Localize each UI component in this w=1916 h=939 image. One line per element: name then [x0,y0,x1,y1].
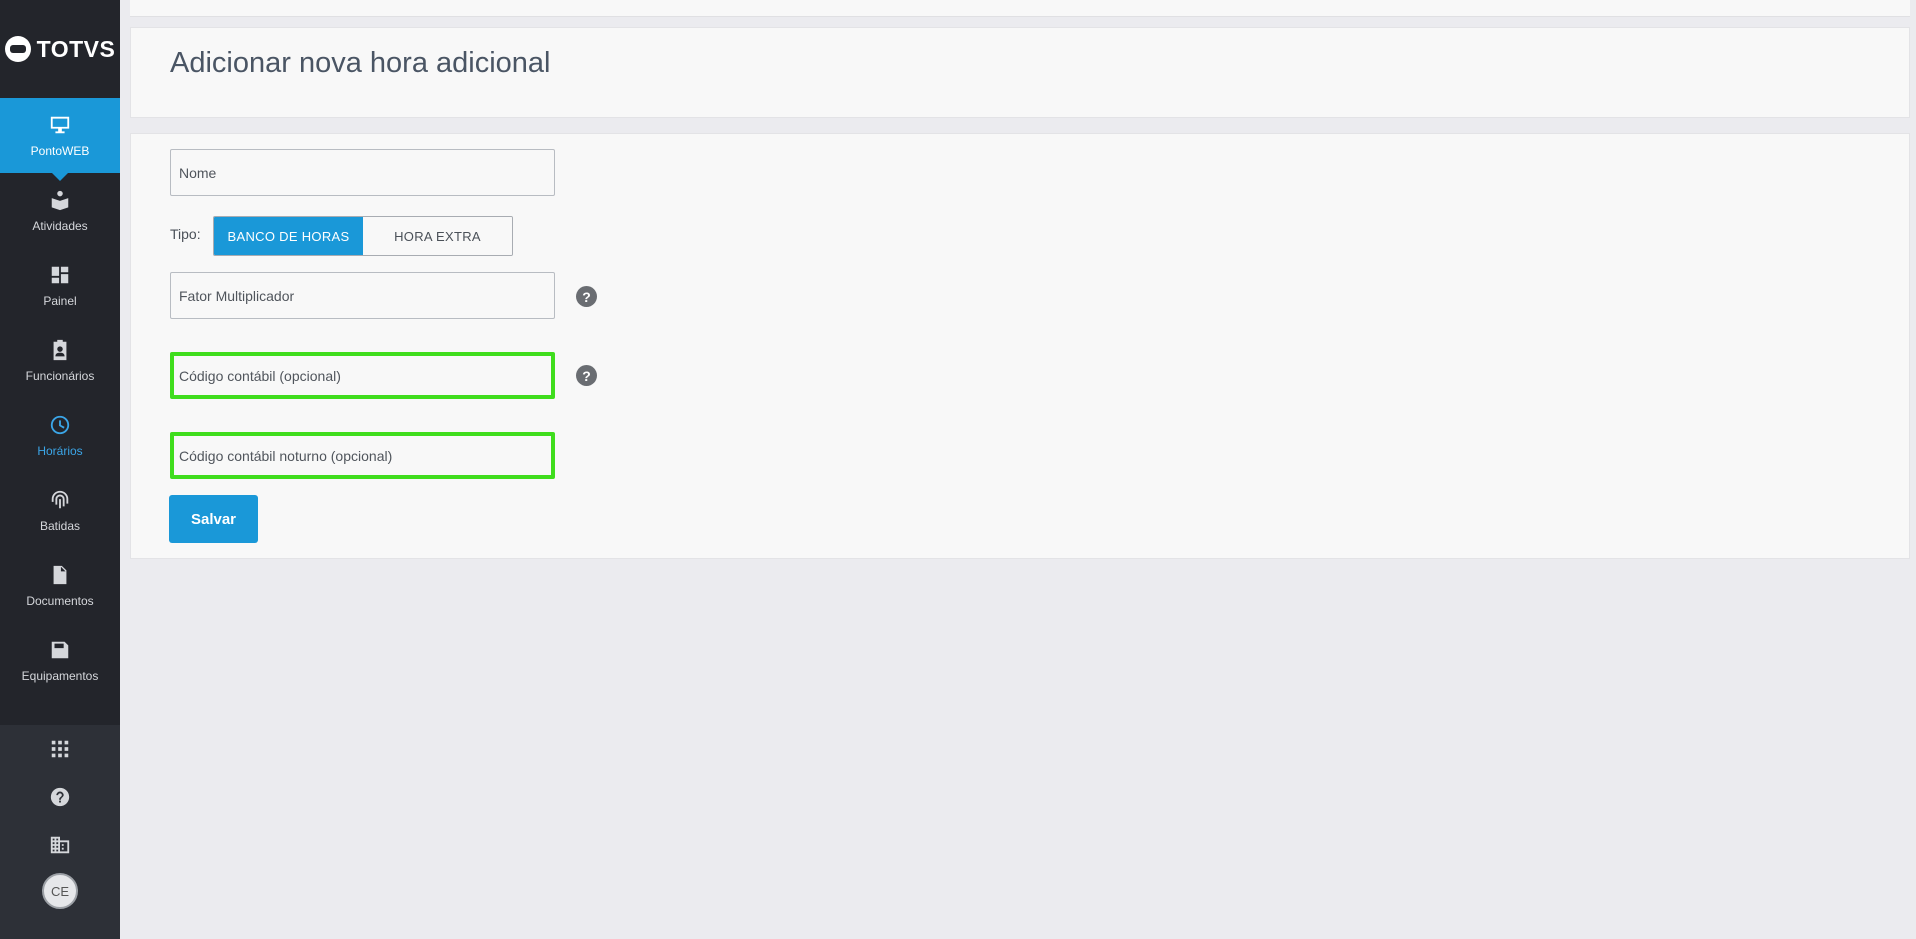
tipo-label: Tipo: [170,226,201,242]
user-menu[interactable]: CE [0,873,120,909]
sidebar-nav: PontoWEB Atividades Painel Funcionários … [0,98,120,698]
device-icon [51,641,69,658]
help-button[interactable] [0,773,120,821]
activities-icon [51,190,69,210]
hora-adicional-form: Tipo: BANCO DE HORAS HORA EXTRA ? ? Salv… [130,133,1910,559]
sidebar-item-pontoweb[interactable]: PontoWEB [0,98,120,181]
sidebar-item-label: Funcionários [25,368,95,383]
sidebar-item-equipamentos[interactable]: Equipamentos [0,623,120,698]
sidebar-item-horarios[interactable]: Horários [0,398,120,473]
page-header: Adicionar nova hora adicional [130,27,1910,118]
sidebar-item-funcionarios[interactable]: Funcionários [0,323,120,398]
sidebar-item-documentos[interactable]: Documentos [0,548,120,623]
sidebar-item-painel[interactable]: Painel [0,248,120,323]
clock-icon [50,415,70,434]
logo-text: TOTVS [36,35,116,62]
document-icon [53,565,67,584]
sidebar-item-label: Documentos [26,593,94,608]
apps-button[interactable] [0,725,120,773]
tipo-hora-extra-button[interactable]: HORA EXTRA [363,217,512,255]
codigo-help-icon[interactable]: ? [576,365,597,386]
help-icon [50,787,70,807]
company-button[interactable] [0,821,120,869]
apps-grid-icon [51,740,69,758]
save-button[interactable]: Salvar [169,495,258,543]
totvs-logo[interactable]: TOTVS [0,0,120,98]
sidebar-item-atividades[interactable]: Atividades [0,173,120,248]
codigo-contabil-input[interactable] [170,352,555,399]
sidebar-item-label: Batidas [39,518,81,533]
codigo-contabil-noturno-input[interactable] [170,432,555,479]
dashboard-icon [51,266,69,283]
sidebar-item-label: Horários [37,443,83,458]
badge-icon [53,339,67,360]
sidebar-item-label: PontoWEB [30,143,90,158]
sidebar-item-label: Equipamentos [21,668,99,683]
sidebar-bottom: CE [0,725,120,939]
monitor-icon [50,116,70,133]
fingerprint-icon [51,490,69,508]
page-title: Adicionar nova hora adicional [170,47,551,79]
sidebar-item-label: Atividades [32,218,88,233]
sidebar: TOTVS PontoWEB Atividades Painel Funcion… [0,0,120,939]
nome-input[interactable] [170,149,555,196]
top-strip [130,0,1910,17]
totvs-logo-icon [4,36,31,62]
fator-multiplicador-input[interactable] [170,272,555,319]
avatar[interactable]: CE [42,873,78,909]
tipo-toggle: BANCO DE HORAS HORA EXTRA [213,216,513,256]
fator-help-icon[interactable]: ? [576,286,597,307]
sidebar-item-batidas[interactable]: Batidas [0,473,120,548]
sidebar-item-label: Painel [43,293,77,308]
building-icon [50,836,70,854]
tipo-banco-de-horas-button[interactable]: BANCO DE HORAS [214,217,363,255]
